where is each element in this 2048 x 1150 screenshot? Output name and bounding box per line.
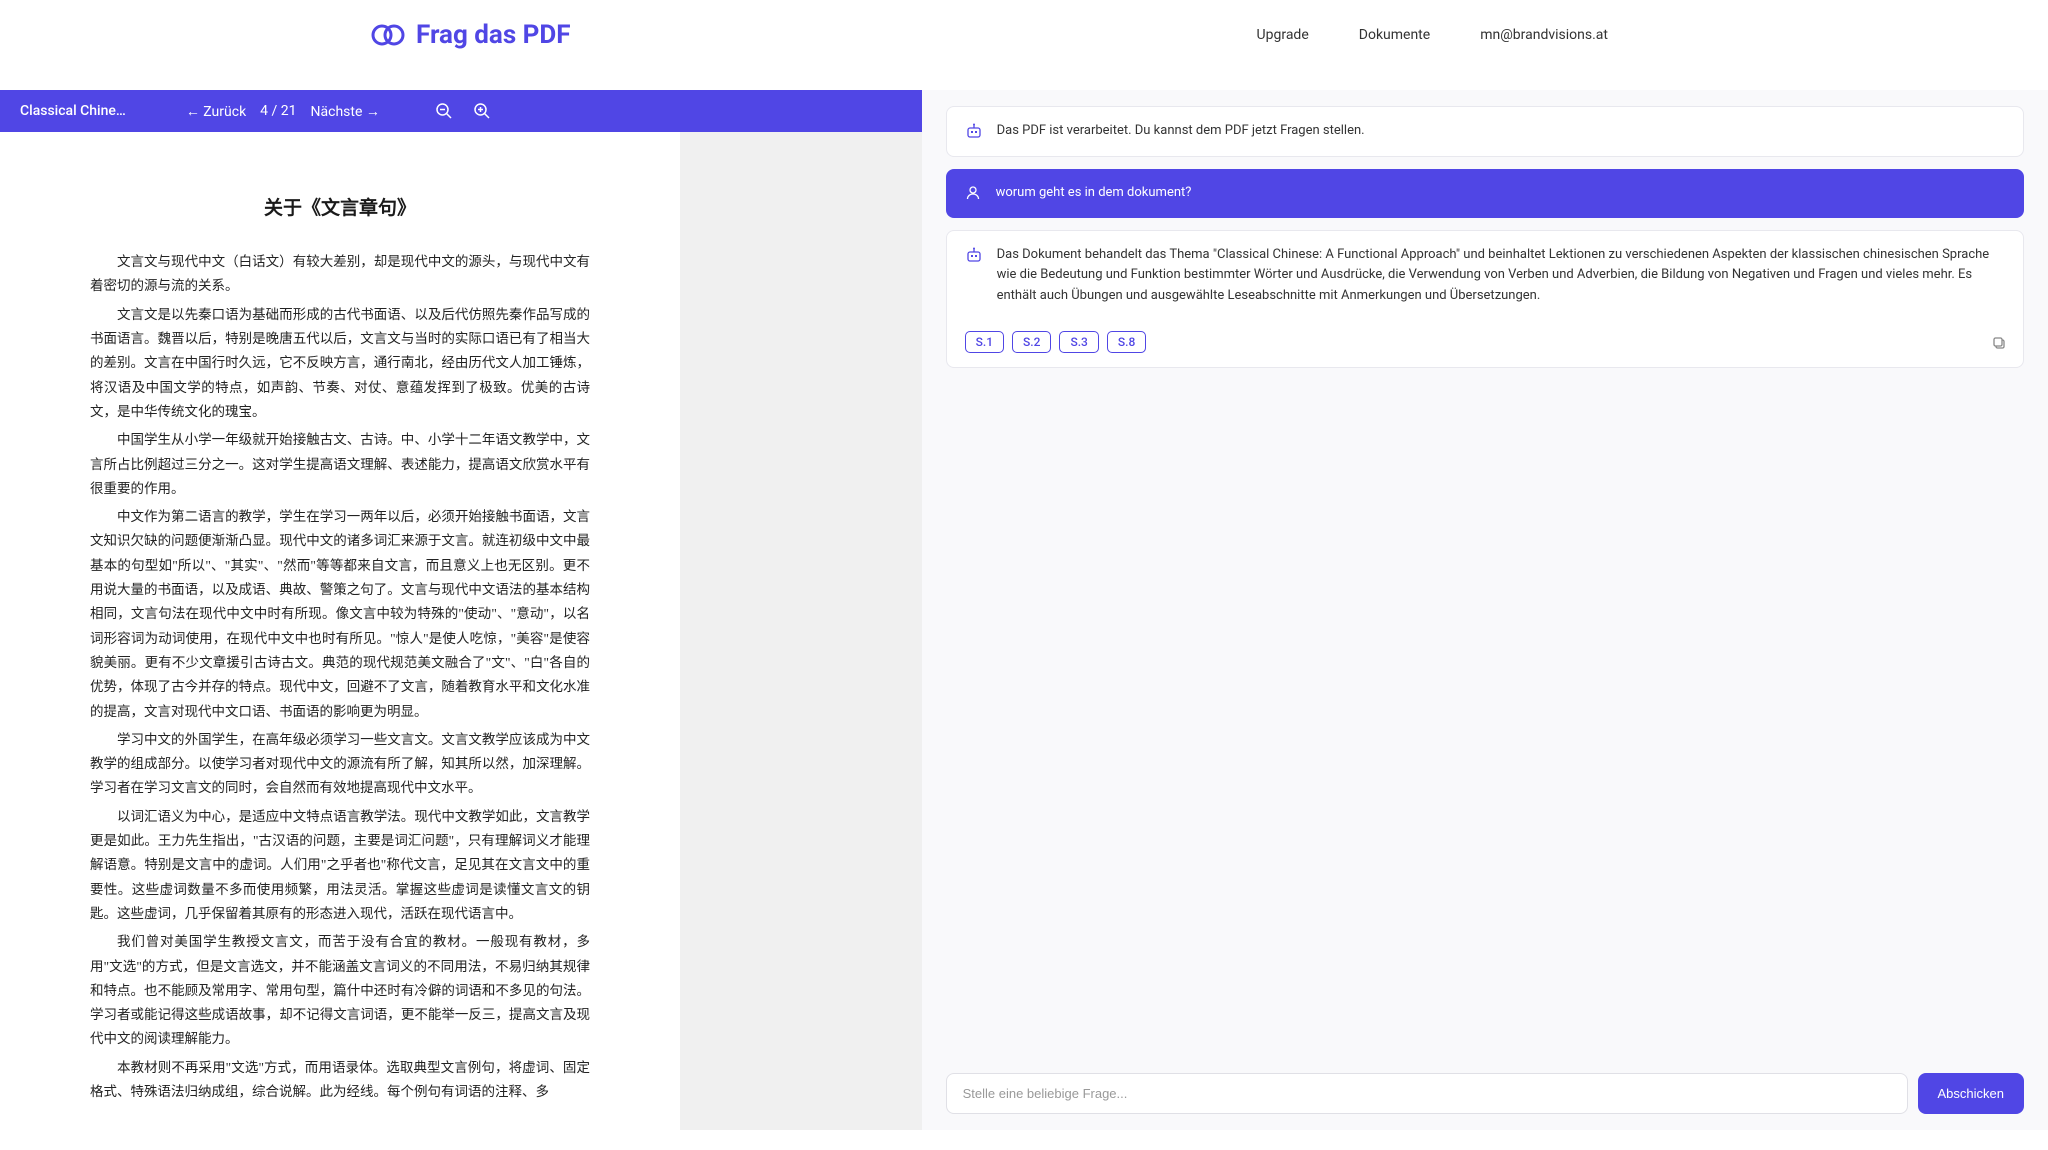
nav-next-button[interactable]: Nächste → <box>311 103 380 120</box>
robot-icon <box>965 122 983 140</box>
user-message: worum geht es in dem dokument? <box>946 169 2024 218</box>
brand-name: Frag das PDF <box>416 20 571 50</box>
pdf-paragraph: 文言文是以先秦口语为基础而形成的古代书面语、以及后代仿照先秦作品写成的书面语言。… <box>90 303 590 424</box>
pdf-paragraph: 文言文与现代中文（白话文）有较大差别，却是现代中文的源头，与现代中文有着密切的源… <box>90 250 590 299</box>
logo-icon <box>370 21 406 49</box>
page-ref[interactable]: S.2 <box>1012 331 1051 353</box>
page-ref[interactable]: S.8 <box>1107 331 1146 353</box>
zoom-controls <box>435 102 491 120</box>
copy-icon[interactable] <box>1991 335 2007 355</box>
nav-back-button[interactable]: ← Zurück <box>186 103 246 120</box>
chat-messages: Das PDF ist verarbeitet. Du kannst dem P… <box>946 106 2024 1057</box>
system-message-text: Das PDF ist verarbeitet. Du kannst dem P… <box>997 121 2005 142</box>
pdf-page-title: 关于《文言章句》 <box>90 192 590 226</box>
pdf-nav: ← Zurück 4 / 21 Nächste → <box>186 103 380 120</box>
nav-documents[interactable]: Dokumente <box>1359 27 1430 43</box>
nav-upgrade[interactable]: Upgrade <box>1257 27 1309 43</box>
robot-icon <box>965 246 983 264</box>
zoom-in-icon[interactable] <box>473 102 491 120</box>
chat-input-row: Abschicken <box>946 1073 2024 1114</box>
user-icon <box>964 184 982 202</box>
system-message: Das PDF ist verarbeitet. Du kannst dem P… <box>946 106 2024 157</box>
submit-button[interactable]: Abschicken <box>1918 1073 2024 1114</box>
pdf-toolbar: Classical Chine… ← Zurück 4 / 21 Nächste… <box>0 90 922 132</box>
pdf-panel: Classical Chine… ← Zurück 4 / 21 Nächste… <box>0 90 922 1130</box>
response-message: Das Dokument behandelt das Thema "Classi… <box>946 230 2024 368</box>
pdf-content[interactable]: 关于《文言章句》 文言文与现代中文（白话文）有较大差别，却是现代中文的源头，与现… <box>0 132 922 1130</box>
pdf-paragraph: 学习中文的外国学生，在高年级必须学习一些文言文。文言文教学应该成为中文教学的组成… <box>90 728 590 801</box>
pdf-paragraph: 中国学生从小学一年级就开始接触古文、古诗。中、小学十二年语文教学中，文言所占比例… <box>90 428 590 501</box>
app-header: Frag das PDF Upgrade Dokumente mn@brandv… <box>0 0 2048 70</box>
pdf-paragraph: 本教材则不再采用"文选"方式，而用语录体。选取典型文言例句，将虚词、固定格式、特… <box>90 1056 590 1105</box>
logo[interactable]: Frag das PDF <box>370 20 571 50</box>
pdf-paragraph: 我们曾对美国学生教授文言文，而苦于没有合宜的教材。一般现有教材，多用"文选"的方… <box>90 930 590 1051</box>
main-container: Classical Chine… ← Zurück 4 / 21 Nächste… <box>0 90 2048 1130</box>
pdf-title: Classical Chine… <box>20 103 126 119</box>
chat-input[interactable] <box>946 1073 1908 1114</box>
response-message-text: Das Dokument behandelt das Thema "Classi… <box>997 245 2005 307</box>
chat-panel: Das PDF ist verarbeitet. Du kannst dem P… <box>922 90 2048 1130</box>
zoom-out-icon[interactable] <box>435 102 453 120</box>
page-ref[interactable]: S.1 <box>965 331 1004 353</box>
pdf-paragraph: 以词汇语义为中心，是适应中文特点语言教学法。现代中文教学如此，文言教学更是如此。… <box>90 805 590 926</box>
page-indicator: 4 / 21 <box>260 103 296 119</box>
page-ref[interactable]: S.3 <box>1059 331 1098 353</box>
page-refs: S.1 S.2 S.3 S.8 <box>965 331 1147 353</box>
nav-user-email[interactable]: mn@brandvisions.at <box>1480 27 1608 43</box>
nav-links: Upgrade Dokumente mn@brandvisions.at <box>1257 27 1988 43</box>
pdf-paragraph: 中文作为第二语言的教学，学生在学习一两年以后，必须开始接触书面语，文言文知识欠缺… <box>90 505 590 724</box>
user-message-text: worum geht es in dem dokument? <box>996 183 2006 204</box>
pdf-page: 关于《文言章句》 文言文与现代中文（白话文）有较大差别，却是现代中文的源头，与现… <box>0 132 680 1130</box>
